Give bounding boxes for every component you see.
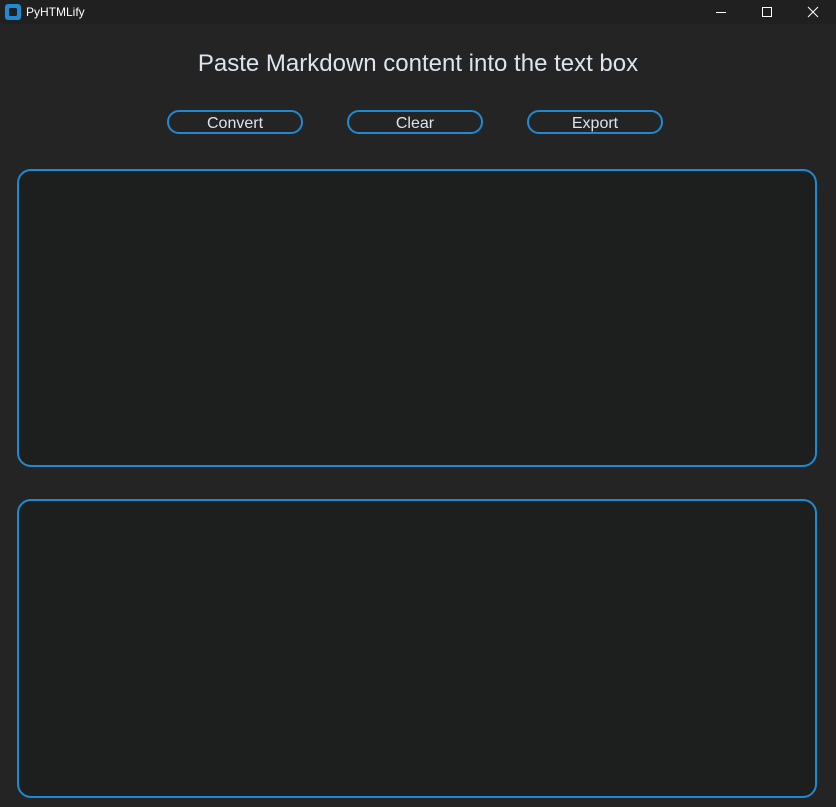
close-icon	[807, 6, 819, 18]
minimize-button[interactable]	[698, 0, 744, 24]
convert-button[interactable]: Convert	[167, 110, 303, 134]
close-button[interactable]	[790, 0, 836, 24]
minimize-icon	[716, 12, 726, 13]
page-heading: Paste Markdown content into the text box	[197, 50, 639, 77]
clear-button[interactable]: Clear	[347, 110, 483, 134]
maximize-icon	[762, 7, 772, 17]
maximize-button[interactable]	[744, 0, 790, 24]
app-icon	[5, 4, 21, 20]
markdown-input-textbox[interactable]	[17, 169, 817, 467]
export-button[interactable]: Export	[527, 110, 663, 134]
title-bar[interactable]: PyHTMLify	[0, 0, 836, 24]
app-window: PyHTMLify Paste Markdown content into th…	[0, 0, 836, 807]
html-output-textbox[interactable]	[17, 499, 817, 798]
window-title: PyHTMLify	[26, 5, 85, 19]
